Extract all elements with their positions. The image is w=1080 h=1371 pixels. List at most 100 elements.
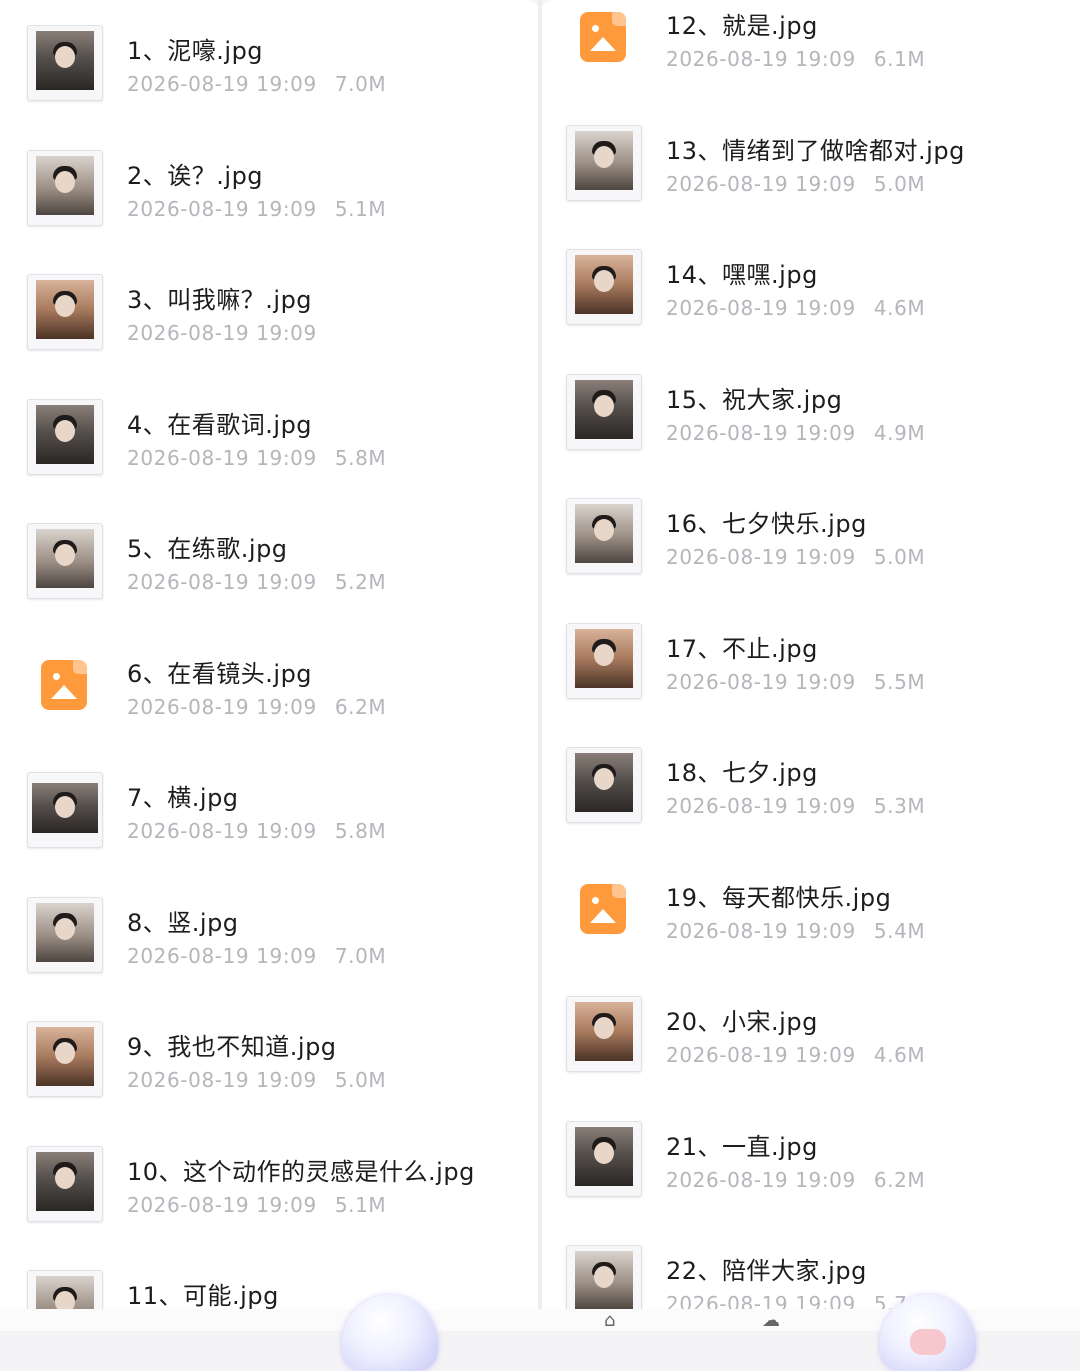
file-date: 2026-08-19 19:09 bbox=[127, 72, 317, 96]
file-row[interactable]: 6、在看镜头.jpg 2026-08-19 19:09 6.2M bbox=[27, 648, 540, 758]
photo-thumbnail[interactable] bbox=[27, 772, 103, 848]
photo-thumbnail[interactable] bbox=[27, 1021, 103, 1097]
cloud-icon[interactable]: ☁ bbox=[762, 1310, 780, 1331]
file-name: 14、嘿嘿.jpg bbox=[666, 261, 818, 289]
file-date: 2026-08-19 19:09 bbox=[127, 694, 317, 719]
file-date: 2026-08-19 19:09 bbox=[666, 545, 856, 569]
file-row[interactable]: 4、在看歌词.jpg 2026-08-19 19:09 5.8M bbox=[27, 398, 540, 509]
file-row[interactable]: 1、泥嚎.jpg 2026-08-19 19:09 7.0M bbox=[27, 25, 540, 135]
photo-thumbnail[interactable] bbox=[27, 523, 103, 599]
file-row[interactable]: 12、就是.jpg 2026-08-19 19:09 6.1M bbox=[566, 0, 1080, 110]
file-date: 2026-08-19 19:09 bbox=[127, 819, 317, 843]
file-date: 2026-08-19 19:09 bbox=[666, 171, 856, 196]
file-name: 19、每天都快乐.jpg bbox=[666, 883, 892, 912]
file-name: 2、诶？.jpg bbox=[127, 161, 264, 190]
file-name: 6、在看镜头.jpg bbox=[127, 659, 313, 688]
file-row[interactable]: 18、七夕.jpg 2026-08-19 19:09 5.3M bbox=[566, 747, 1080, 857]
photo-thumbnail[interactable] bbox=[566, 498, 642, 574]
file-name: 15、祝大家.jpg bbox=[666, 385, 843, 414]
file-row[interactable]: 21、一直.jpg 2026-08-19 19:09 6.2M bbox=[566, 1120, 1080, 1231]
bottom-navigation-bar: ⌂ ☁ bbox=[0, 1295, 1080, 1371]
photo-thumbnail[interactable] bbox=[27, 896, 103, 973]
file-meta: 2026-08-19 19:09 5.0M bbox=[666, 545, 925, 569]
file-row[interactable]: 13、情绪到了做啥都对.jpg 2026-08-19 19:09 5.0M bbox=[566, 124, 1080, 235]
photo-thumbnail[interactable] bbox=[566, 996, 642, 1072]
file-name: 1、泥嚎.jpg bbox=[127, 37, 264, 65]
file-size: 7.0M bbox=[334, 72, 387, 96]
file-size: 5.1M bbox=[334, 196, 387, 221]
file-row[interactable]: 15、祝大家.jpg 2026-08-19 19:09 4.9M bbox=[566, 373, 1080, 484]
file-size: 6.2M bbox=[873, 1167, 926, 1192]
file-meta: 2026-08-19 19:09 5.0M bbox=[666, 172, 925, 196]
photo-thumbnail[interactable] bbox=[27, 398, 103, 475]
file-date: 2026-08-19 19:09 bbox=[127, 1068, 317, 1092]
file-name: 7、横.jpg bbox=[127, 784, 239, 812]
file-name: 10、这个动作的灵感是什么.jpg bbox=[127, 1157, 475, 1186]
file-row[interactable]: 16、七夕快乐.jpg 2026-08-19 19:09 5.0M bbox=[566, 498, 1080, 608]
file-meta: 2026-08-19 19:09 7.0M bbox=[127, 72, 386, 96]
file-meta: 2026-08-19 19:09 5.5M bbox=[666, 670, 925, 694]
file-size: 6.1M bbox=[873, 47, 926, 71]
file-row[interactable]: 19、每天都快乐.jpg 2026-08-19 19:09 5.4M bbox=[566, 872, 1080, 982]
file-date: 2026-08-19 19:09 bbox=[127, 445, 317, 470]
photo-thumbnail[interactable] bbox=[27, 25, 103, 101]
file-row[interactable]: 5、在练歌.jpg 2026-08-19 19:09 5.2M bbox=[27, 523, 540, 633]
file-name: 17、不止.jpg bbox=[666, 634, 818, 663]
file-meta: 2026-08-19 19:09 4.6M bbox=[666, 1043, 925, 1067]
photo-thumbnail[interactable] bbox=[27, 1145, 103, 1222]
photo-thumbnail[interactable] bbox=[566, 1120, 642, 1197]
file-name: 4、在看歌词.jpg bbox=[127, 410, 313, 439]
file-meta: 2026-08-19 19:09 7.0M bbox=[127, 944, 386, 968]
file-meta: 2026-08-19 19:09 5.0M bbox=[127, 1068, 386, 1092]
file-meta: 2026-08-19 19:09 5.3M bbox=[666, 794, 925, 818]
file-date: 2026-08-19 19:09 bbox=[127, 943, 317, 968]
file-date: 2026-08-19 19:09 bbox=[666, 1167, 856, 1192]
file-name: 12、就是.jpg bbox=[666, 12, 818, 40]
file-size: 4.9M bbox=[873, 420, 926, 445]
file-meta: 2026-08-19 19:09 5.8M bbox=[127, 446, 386, 470]
file-date: 2026-08-19 19:09 bbox=[666, 794, 856, 818]
file-date: 2026-08-19 19:09 bbox=[666, 296, 856, 320]
image-file-icon bbox=[580, 883, 626, 934]
photo-thumbnail[interactable] bbox=[27, 149, 103, 226]
file-row[interactable]: 8、竖.jpg 2026-08-19 19:09 7.0M bbox=[27, 896, 540, 1007]
photo-thumbnail[interactable] bbox=[27, 274, 103, 350]
file-row[interactable]: 17、不止.jpg 2026-08-19 19:09 5.5M bbox=[566, 622, 1080, 733]
file-name: 3、叫我嘛？.jpg bbox=[127, 286, 313, 314]
file-name: 16、七夕快乐.jpg bbox=[666, 510, 867, 538]
photo-thumbnail[interactable] bbox=[566, 622, 642, 699]
file-size: 5.5M bbox=[873, 669, 926, 694]
file-date: 2026-08-19 19:09 bbox=[666, 918, 856, 943]
file-meta: 2026-08-19 19:09 4.9M bbox=[666, 421, 925, 445]
photo-thumbnail[interactable] bbox=[566, 373, 642, 450]
photo-thumbnail[interactable] bbox=[566, 747, 642, 823]
file-date: 2026-08-19 19:09 bbox=[666, 47, 856, 71]
file-meta: 2026-08-19 19:09 5.1M bbox=[127, 197, 386, 221]
panel-divider bbox=[538, 0, 542, 1331]
file-meta: 2026-08-19 19:09 5.8M bbox=[127, 819, 386, 843]
file-date: 2026-08-19 19:09 bbox=[666, 669, 856, 694]
file-row[interactable]: 10、这个动作的灵感是什么.jpg 2026-08-19 19:09 5.1M bbox=[27, 1145, 540, 1256]
file-meta: 2026-08-19 19:09 5.2M bbox=[127, 570, 386, 594]
file-row[interactable]: 14、嘿嘿.jpg 2026-08-19 19:09 4.6M bbox=[566, 249, 1080, 359]
file-name: 13、情绪到了做啥都对.jpg bbox=[666, 136, 965, 165]
image-file-icon bbox=[41, 659, 87, 710]
file-meta: 2026-08-19 19:09 bbox=[127, 321, 335, 345]
photo-thumbnail[interactable] bbox=[566, 124, 642, 201]
file-meta: 2026-08-19 19:09 5.4M bbox=[666, 919, 925, 943]
file-row[interactable]: 3、叫我嘛？.jpg 2026-08-19 19:09 bbox=[27, 274, 540, 384]
home-icon[interactable]: ⌂ bbox=[604, 1310, 615, 1331]
file-row[interactable]: 9、我也不知道.jpg 2026-08-19 19:09 5.0M bbox=[27, 1021, 540, 1131]
photo-thumbnail[interactable] bbox=[566, 249, 642, 325]
file-row[interactable]: 20、小宋.jpg 2026-08-19 19:09 4.6M bbox=[566, 996, 1080, 1106]
file-row[interactable]: 7、横.jpg 2026-08-19 19:09 5.8M bbox=[27, 772, 540, 882]
file-row[interactable]: 2、诶？.jpg 2026-08-19 19:09 5.1M bbox=[27, 149, 540, 260]
file-size: 7.0M bbox=[334, 943, 387, 968]
file-meta: 2026-08-19 19:09 6.1M bbox=[666, 47, 925, 71]
file-list-right: 12、就是.jpg 2026-08-19 19:09 6.1M 13、情绪到了做啥都对… bbox=[540, 0, 1080, 1331]
file-date: 2026-08-19 19:09 bbox=[666, 420, 856, 445]
file-date: 2026-08-19 19:09 bbox=[127, 570, 317, 594]
file-size: 5.8M bbox=[334, 819, 387, 843]
file-name: 21、一直.jpg bbox=[666, 1132, 818, 1161]
file-name: 22、陪伴大家.jpg bbox=[666, 1257, 867, 1285]
